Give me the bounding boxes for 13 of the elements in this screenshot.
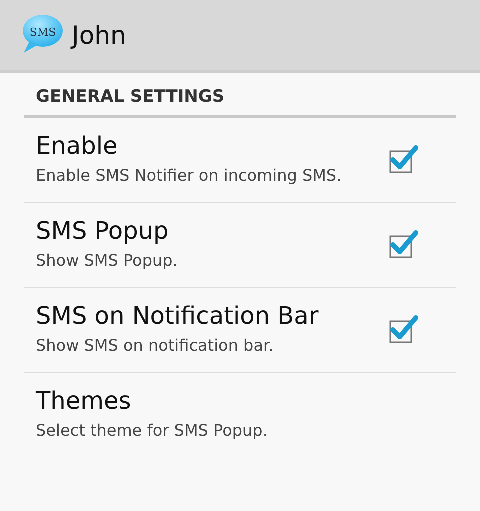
preference-title: SMS on Notification Bar <box>36 302 320 330</box>
preference-summary: Select theme for SMS Popup. <box>36 421 269 441</box>
preference-title: Enable <box>36 132 119 160</box>
checkbox[interactable] <box>388 313 420 345</box>
window-title: John <box>72 20 126 50</box>
preference-summary: Show SMS on notification bar. <box>36 336 275 356</box>
section-title: GENERAL SETTINGS <box>36 87 225 107</box>
checkbox[interactable] <box>388 143 420 175</box>
checkbox[interactable] <box>388 228 420 260</box>
preference-summary: Show SMS Popup. <box>36 251 179 271</box>
preference-summary: Enable SMS Notifier on incoming SMS. <box>36 166 343 186</box>
preference-title: Themes <box>36 387 132 415</box>
preference-title: SMS Popup <box>36 217 170 245</box>
